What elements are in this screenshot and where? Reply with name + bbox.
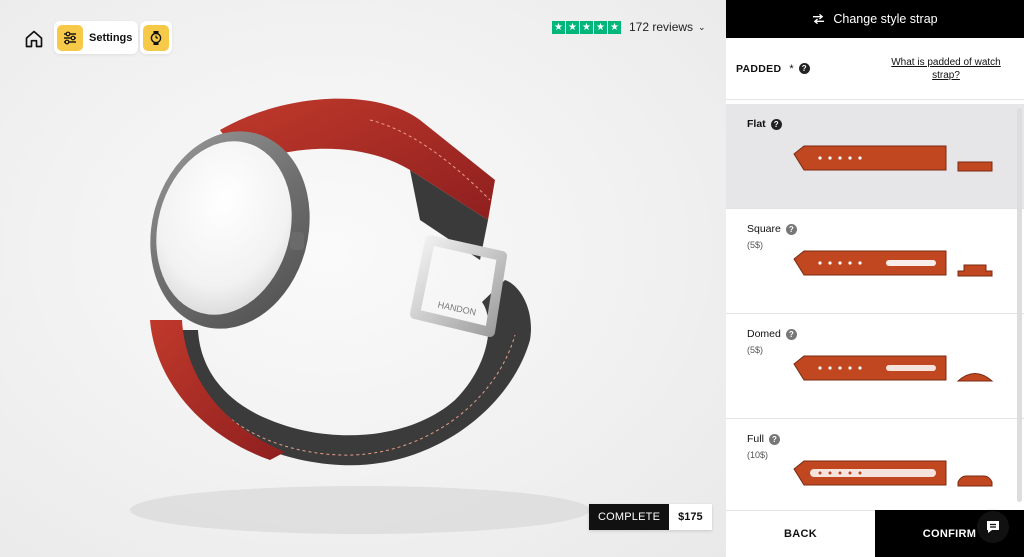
strap-preview-image [793,250,947,276]
option-label: Full [747,433,764,445]
reviews-widget[interactable]: ★ ★ ★ ★ ★ 172 reviews ⌄ [552,20,706,34]
option-domed[interactable]: Domed ? (5$) [726,314,1024,419]
back-button[interactable]: BACK [726,510,875,557]
option-name: Full ? [747,433,780,445]
watch-render[interactable]: HANDON [110,80,610,540]
strap-preview-image [793,145,947,171]
strap-profile-image [957,475,993,487]
option-label: Flat [747,118,766,130]
watch-view-button[interactable] [140,21,172,54]
swap-icon [813,13,825,25]
option-flat[interactable]: Flat ? [726,104,1024,209]
total-price: $175 [669,504,712,530]
help-icon[interactable]: ? [768,433,780,445]
option-label: Domed [747,328,781,340]
summary-bar: COMPLETE $175 [589,504,712,530]
help-icon[interactable]: ? [785,223,797,235]
chevron-down-icon: ⌄ [698,21,706,32]
home-icon [25,30,43,48]
option-name: Flat ? [747,118,782,130]
padded-section: PADDED * ? What is padded of watch strap… [726,38,1024,100]
watch-viewer[interactable]: Settings ★ ★ ★ ★ ★ 172 reviews ⌄ HANDON … [0,0,726,557]
home-button[interactable] [18,24,50,54]
option-square[interactable]: Square ? (5$) [726,209,1024,314]
star-icon: ★ [580,20,593,34]
buckle-engraving: HANDON [437,300,477,318]
settings-button[interactable]: Settings [54,21,139,54]
option-name: Square ? [747,223,797,235]
reviews-count: 172 reviews [629,20,694,34]
chat-icon [987,521,999,533]
strap-profile-image [957,161,993,172]
help-link[interactable]: What is padded of watch strap? [886,56,1006,82]
required-mark: * [789,62,794,75]
panel-title: Change style strap [833,12,938,26]
watch-icon [143,24,169,51]
help-icon[interactable]: ? [785,328,797,340]
strap-options-list[interactable]: Flat ? Square ? (5$) Domed ? (5$) Full ?… [726,104,1024,510]
rating-stars: ★ ★ ★ ★ ★ [552,20,621,34]
settings-label: Settings [89,31,133,44]
option-label: Square [747,223,781,235]
help-icon[interactable]: ? [770,118,782,130]
option-full[interactable]: Full ? (10$) [726,419,1024,510]
star-icon: ★ [608,20,621,34]
sliders-icon [57,24,83,51]
option-price: (10$) [747,450,769,460]
change-style-header[interactable]: Change style strap [726,0,1024,38]
option-price: (5$) [747,240,764,250]
complete-button[interactable]: COMPLETE [589,504,670,530]
strap-preview-image [793,355,947,381]
star-icon: ★ [594,20,607,34]
strap-preview-image [793,460,947,486]
strap-profile-image [956,373,994,382]
style-panel: Change style strap PADDED * ? What is pa… [726,0,1024,557]
strap-profile-image [957,264,993,277]
chat-button[interactable] [977,511,1009,543]
star-icon: ★ [566,20,579,34]
option-name: Domed ? [747,328,797,340]
section-label: PADDED [736,62,782,75]
help-icon[interactable]: ? [798,63,810,74]
star-icon: ★ [552,20,565,34]
option-price: (5$) [747,345,764,355]
options-scrollbar[interactable] [1017,108,1022,502]
